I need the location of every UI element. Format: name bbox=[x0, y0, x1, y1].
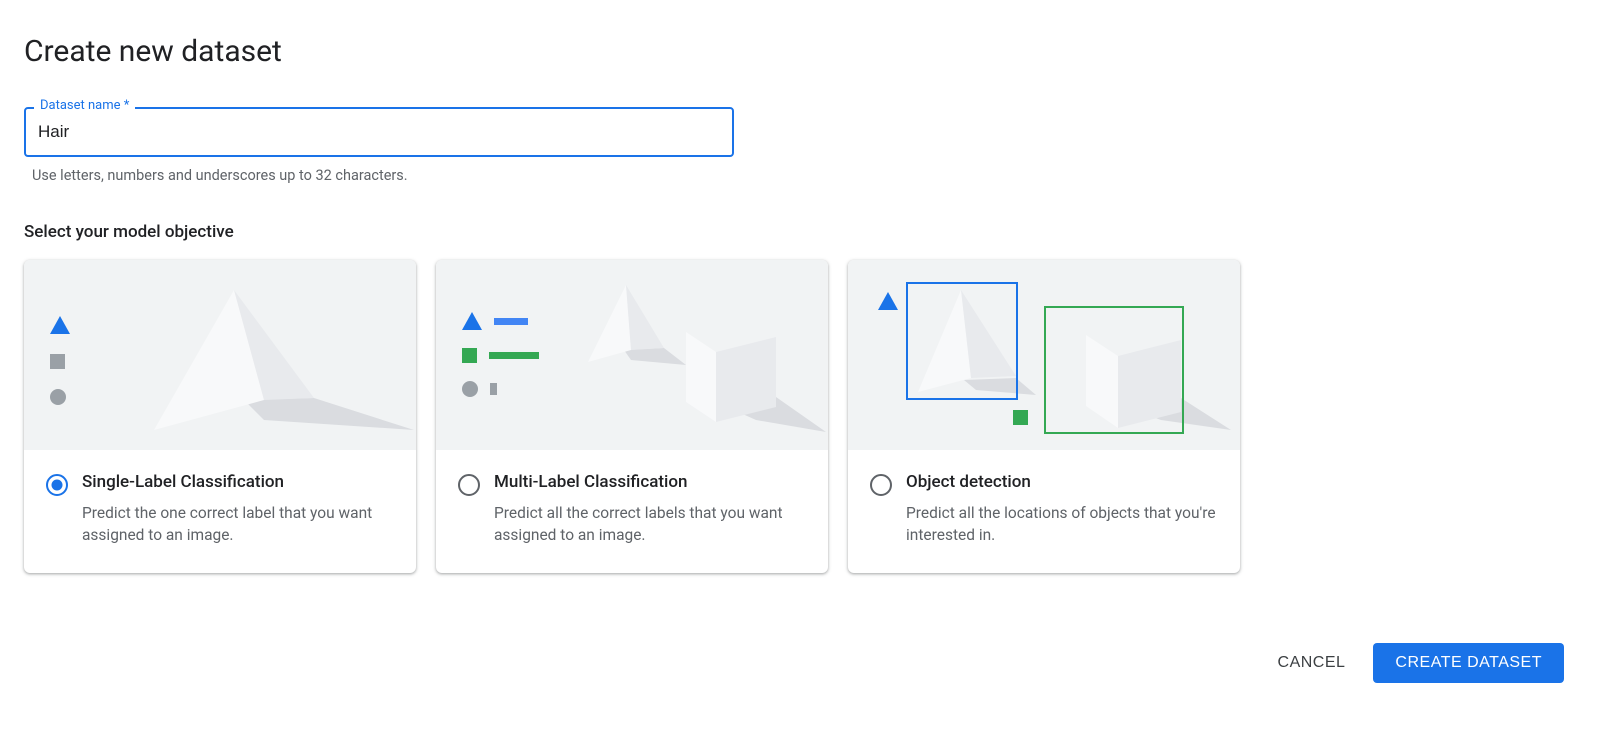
circle-icon bbox=[50, 389, 66, 405]
card-title: Object detection bbox=[906, 472, 1218, 492]
card-object-detection[interactable]: Object detection Predict all the locatio… bbox=[848, 260, 1240, 573]
card-title: Multi-Label Classification bbox=[494, 472, 806, 492]
objective-cards: Single-Label Classification Predict the … bbox=[24, 260, 1576, 573]
cube-icon bbox=[646, 302, 828, 450]
dataset-name-helper: Use letters, numbers and underscores up … bbox=[32, 167, 1576, 184]
card-title: Single-Label Classification bbox=[82, 472, 394, 492]
bounding-box-blue bbox=[906, 282, 1018, 400]
card-illustration bbox=[848, 260, 1240, 450]
square-icon bbox=[50, 354, 65, 369]
triangle-icon bbox=[50, 316, 70, 334]
triangle-icon bbox=[462, 312, 482, 330]
card-multi-label-classification[interactable]: Multi-Label Classification Predict all t… bbox=[436, 260, 828, 573]
card-description: Predict the one correct label that you w… bbox=[82, 502, 394, 547]
bar-icon bbox=[490, 383, 497, 395]
bar-icon bbox=[489, 352, 539, 359]
radio-object-detection[interactable] bbox=[870, 474, 892, 496]
create-dataset-button[interactable]: CREATE DATASET bbox=[1373, 643, 1564, 683]
card-description: Predict all the locations of objects tha… bbox=[906, 502, 1218, 547]
card-illustration bbox=[436, 260, 828, 450]
card-single-label-classification[interactable]: Single-Label Classification Predict the … bbox=[24, 260, 416, 573]
dataset-name-label: Dataset name * bbox=[34, 98, 135, 113]
bar-icon bbox=[494, 318, 528, 325]
page-title: Create new dataset bbox=[24, 34, 1576, 69]
dataset-name-field-wrap: Dataset name * bbox=[24, 107, 734, 157]
radio-multi-label[interactable] bbox=[458, 474, 480, 496]
pyramid-icon bbox=[114, 280, 416, 450]
bounding-box-green bbox=[1044, 306, 1184, 434]
card-illustration bbox=[24, 260, 416, 450]
dataset-name-input[interactable] bbox=[24, 107, 734, 157]
model-objective-label: Select your model objective bbox=[24, 222, 1576, 242]
triangle-icon bbox=[878, 292, 898, 310]
square-icon bbox=[462, 348, 477, 363]
circle-icon bbox=[462, 381, 478, 397]
square-icon bbox=[1013, 410, 1028, 425]
cancel-button[interactable]: CANCEL bbox=[1270, 644, 1354, 682]
card-description: Predict all the correct labels that you … bbox=[494, 502, 806, 547]
radio-single-label[interactable] bbox=[46, 474, 68, 496]
